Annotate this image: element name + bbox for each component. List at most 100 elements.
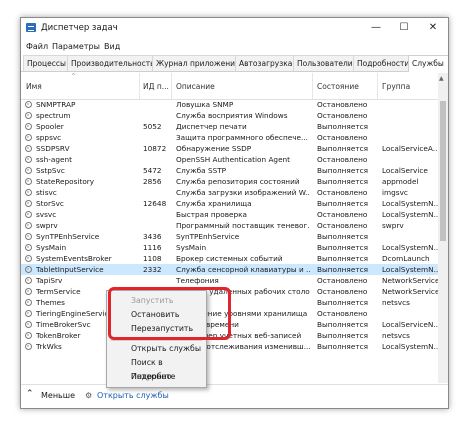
- column-group[interactable]: Группа: [382, 82, 410, 91]
- table-row[interactable]: SNMPTRAP Ловушка SNMP Остановлено: [21, 99, 448, 110]
- menu-open-services[interactable]: Открыть службы: [107, 342, 206, 356]
- cell-name: SNMPTRAP: [36, 100, 76, 109]
- service-gear-icon: [25, 156, 32, 163]
- services-icon: ⚙: [85, 391, 93, 400]
- scroll-up-icon[interactable]: ▲: [439, 75, 444, 82]
- table-row[interactable]: sppsvc Защита программного обеспече... Ост…: [21, 132, 448, 143]
- scrollbar-thumb[interactable]: [440, 101, 446, 241]
- table-row[interactable]: Spooler 5052 Диспетчер печати Выполняется: [21, 121, 448, 132]
- cell-group: LocalService: [382, 166, 428, 175]
- cell-name: SstpSvc: [36, 166, 65, 175]
- service-gear-icon: [25, 101, 32, 108]
- tab-performance[interactable]: Производительность: [67, 55, 155, 71]
- service-gear-icon: [25, 112, 32, 119]
- cell-pid: 3436: [143, 232, 162, 241]
- table-row[interactable]: TokenBroker Диспетчер учетных веб-записей…: [21, 330, 448, 341]
- cell-state: Остановлено: [317, 210, 368, 219]
- cell-desc: Брокер системных событий: [176, 254, 283, 263]
- cell-state: Выполняется: [317, 177, 368, 186]
- table-row[interactable]: SstpSvc 5472 Служба SSTP Выполняется LocalSe…: [21, 165, 448, 176]
- tab-app-history[interactable]: Журнал приложений: [152, 55, 240, 71]
- task-manager-window: Диспетчер задач — ☐ ✕ Файл Параметры Вид…: [20, 17, 449, 409]
- cell-state: Остановлено: [317, 188, 368, 197]
- cell-desc: Служба хранилища: [176, 199, 252, 208]
- cell-group: LocalSystemN...: [382, 243, 438, 252]
- cell-state: Остановлено: [317, 155, 368, 164]
- cell-name: TabletInputService: [36, 265, 104, 274]
- cell-group: imgsvc: [382, 188, 408, 197]
- vertical-scrollbar[interactable]: ▲: [438, 73, 448, 383]
- table-row[interactable]: swprv Программный поставщик теневог... Ост…: [21, 220, 448, 231]
- column-pid[interactable]: ИД п...: [143, 82, 169, 91]
- fewer-details-link[interactable]: Меньше: [41, 391, 75, 400]
- tab-details[interactable]: Подробности: [353, 55, 412, 71]
- table-row[interactable]: SSDPSRV 10872 Обнаружение SSDP Выполняется L…: [21, 143, 448, 154]
- column-divider[interactable]: [312, 73, 313, 99]
- table-row[interactable]: SysMain 1116 SysMain Выполняется LocalSystem…: [21, 242, 448, 253]
- table-row[interactable]: SynTPEnhService 3436 SynTPEnhService Выполн…: [21, 231, 448, 242]
- service-gear-icon: [25, 321, 32, 328]
- minimize-button[interactable]: —: [363, 20, 389, 36]
- tab-services[interactable]: Службы: [408, 55, 448, 72]
- tab-users[interactable]: Пользователи: [293, 55, 355, 71]
- cell-group: netsvcs: [382, 331, 410, 340]
- menu-options[interactable]: Параметры: [52, 42, 100, 51]
- sort-up-icon: ^: [71, 73, 77, 80]
- cell-desc: Телефония: [176, 276, 219, 285]
- close-button[interactable]: ✕: [420, 20, 446, 36]
- table-row[interactable]: spectrum Служба восприятия Windows Останов…: [21, 110, 448, 121]
- table-row[interactable]: TabletInputService 2332 Служба сенсорной к…: [21, 264, 448, 275]
- services-table: ^ Имя ИД п... Описание Состояние Группа …: [21, 73, 448, 383]
- column-divider[interactable]: [139, 73, 140, 99]
- table-row[interactable]: svsvc Быстрая проверка Остановлено LocalSys…: [21, 209, 448, 220]
- cell-group: swprv: [382, 221, 404, 230]
- cell-name: SystemEventsBroker: [36, 254, 112, 263]
- cell-group: LocalSystemN...: [382, 199, 438, 208]
- table-row[interactable]: ssh-agent OpenSSH Authentication Agent Ост…: [21, 154, 448, 165]
- menu-details[interactable]: Подробно: [107, 370, 206, 384]
- cell-name: Spooler: [36, 122, 64, 131]
- cell-desc: Служба репозитория состояний: [176, 177, 300, 186]
- menu-search-web[interactable]: Поиск в Интернете: [107, 356, 206, 381]
- cell-state: Выполняется: [317, 331, 368, 340]
- chevron-up-icon[interactable]: ⌃: [26, 389, 34, 399]
- cell-state: Остановлено: [317, 100, 368, 109]
- cell-state: Выполняется: [317, 199, 368, 208]
- table-row[interactable]: TapiSrv Телефония Остановлено NetworkServic…: [21, 275, 448, 286]
- cell-pid: 2856: [143, 177, 162, 186]
- service-gear-icon: [25, 310, 32, 317]
- column-divider[interactable]: [171, 73, 172, 99]
- menu-view[interactable]: Вид: [104, 42, 120, 51]
- cell-state: Остановлено: [317, 309, 368, 318]
- tab-startup[interactable]: Автозагрузка: [235, 55, 295, 71]
- column-description[interactable]: Описание: [176, 82, 215, 91]
- cell-group: LocalServiceN...: [382, 320, 438, 329]
- cell-state: Остановлено: [317, 221, 368, 230]
- table-row[interactable]: TermService Службы удаленных рабочих стол…: [21, 286, 448, 297]
- title-bar: Диспетчер задач — ☐ ✕: [21, 18, 448, 38]
- table-row[interactable]: StateRepository 2856 Служба репозитория со…: [21, 176, 448, 187]
- cell-name: SysMain: [36, 243, 67, 252]
- table-row[interactable]: stisvc Служба загрузки изображений W... Ос…: [21, 187, 448, 198]
- cell-state: Выполняется: [317, 320, 368, 329]
- column-divider[interactable]: [377, 73, 378, 99]
- table-row[interactable]: SystemEventsBroker 1108 Брокер системных с…: [21, 253, 448, 264]
- cell-name: sppsvc: [36, 133, 62, 142]
- cell-name: StorSvc: [36, 199, 64, 208]
- maximize-button[interactable]: ☐: [391, 20, 417, 36]
- cell-pid: 2332: [143, 265, 162, 274]
- open-services-link[interactable]: Открыть службы: [97, 391, 169, 400]
- service-gear-icon: [25, 123, 32, 130]
- table-row[interactable]: TieringEngineService Управление уровнями …: [21, 308, 448, 319]
- cell-state: Выполняется: [317, 122, 368, 131]
- table-row[interactable]: TimeBrokerSvc Брокер времени Выполняется Lo…: [21, 319, 448, 330]
- tab-processes[interactable]: Процессы: [23, 55, 69, 71]
- cell-pid: 1116: [143, 243, 162, 252]
- cell-state: Выполняется: [317, 254, 368, 263]
- column-state[interactable]: Состояние: [317, 82, 359, 91]
- table-row[interactable]: TrkWks Клиент отслеживания изменивш... Вып…: [21, 341, 448, 352]
- menu-file[interactable]: Файл: [26, 42, 48, 51]
- column-name[interactable]: Имя: [26, 82, 42, 91]
- table-row[interactable]: ThemesТемыВыполняетсяnetsvcs: [21, 297, 448, 308]
- table-row[interactable]: StorSvc 12648 Служба хранилища Выполняется L…: [21, 198, 448, 209]
